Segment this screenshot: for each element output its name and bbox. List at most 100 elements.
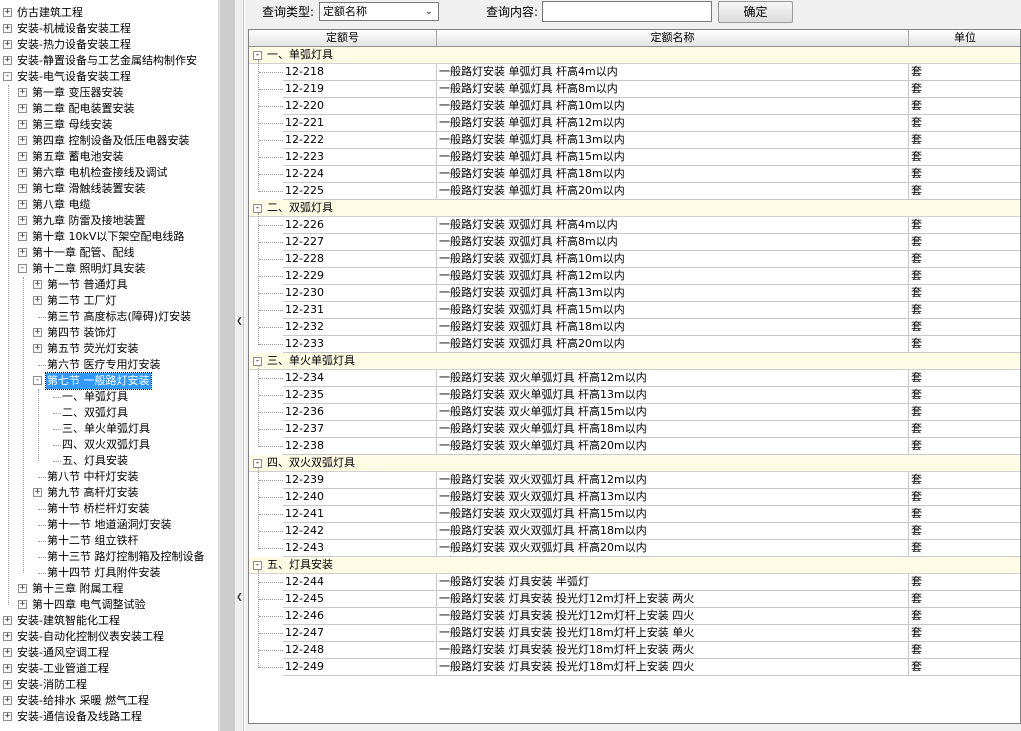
expand-icon[interactable]: + bbox=[18, 104, 27, 113]
collapse-icon[interactable]: - bbox=[253, 561, 262, 570]
table-row[interactable]: 12-224 一般路灯安装 单弧灯具 杆高18m以内套 bbox=[249, 166, 1020, 183]
tree-node-label[interactable]: 第七章 滑触线装置安装 bbox=[31, 181, 147, 197]
tree-node-label[interactable]: 第九章 防雷及接地装置 bbox=[31, 213, 147, 229]
tree-node[interactable]: 第十四节 灯具附件安装 bbox=[0, 565, 218, 581]
tree-node-label[interactable]: 第十章 10kV以下架空配电线路 bbox=[31, 229, 185, 245]
tree-node-label[interactable]: 第十节 桥栏杆灯安装 bbox=[46, 501, 151, 517]
chevron-down-icon[interactable]: ⌄ bbox=[422, 3, 436, 20]
tree-node[interactable]: + 第七章 滑触线装置安装 bbox=[0, 181, 218, 197]
table-row[interactable]: 12-248 一般路灯安装 灯具安装 投光灯18m灯杆上安装 两火套 bbox=[249, 642, 1020, 659]
tree-node[interactable]: + 第三章 母线安装 bbox=[0, 117, 218, 133]
tree-node[interactable]: + 安装-消防工程 bbox=[0, 677, 218, 693]
tree-node[interactable]: + 第六章 电机检查接线及调试 bbox=[0, 165, 218, 181]
table-row[interactable]: 12-238 一般路灯安装 双火单弧灯具 杆高20m以内套 bbox=[249, 438, 1020, 455]
tree-node-label[interactable]: 仿古建筑工程 bbox=[16, 5, 84, 21]
expand-icon[interactable]: + bbox=[18, 232, 27, 241]
table-row[interactable]: 12-235 一般路灯安装 双火单弧灯具 杆高13m以内套 bbox=[249, 387, 1020, 404]
tree-node-label[interactable]: 第十一章 配管、配线 bbox=[31, 245, 136, 261]
table-row[interactable]: 12-219 一般路灯安装 单弧灯具 杆高8m以内套 bbox=[249, 81, 1020, 98]
tree-node[interactable]: + 第十一章 配管、配线 bbox=[0, 245, 218, 261]
tree-node[interactable]: + 第十章 10kV以下架空配电线路 bbox=[0, 229, 218, 245]
table-row[interactable]: 12-225 一般路灯安装 单弧灯具 杆高20m以内套 bbox=[249, 183, 1020, 200]
tree-node[interactable]: + 第四章 控制设备及低压电器安装 bbox=[0, 133, 218, 149]
expand-icon[interactable]: + bbox=[18, 200, 27, 209]
tree-node[interactable]: - 安装-电气设备安装工程 bbox=[0, 69, 218, 85]
tree-node[interactable]: 第六节 医疗专用灯安装 bbox=[0, 357, 218, 373]
tree-node[interactable]: + 第十三章 附属工程 bbox=[0, 581, 218, 597]
tree-node-label[interactable]: 三、单火单弧灯具 bbox=[61, 421, 151, 437]
table-row[interactable]: 12-227 一般路灯安装 双弧灯具 杆高8m以内套 bbox=[249, 234, 1020, 251]
tree-node-label[interactable]: 安装-给排水 采暖 燃气工程 bbox=[16, 693, 150, 709]
tree-node[interactable]: + 第九节 高杆灯安装 bbox=[0, 485, 218, 501]
tree-node[interactable]: + 第二节 工厂灯 bbox=[0, 293, 218, 309]
expand-icon[interactable]: + bbox=[3, 632, 12, 641]
expand-icon[interactable]: + bbox=[3, 648, 12, 657]
expand-icon[interactable]: + bbox=[3, 664, 12, 673]
expand-icon[interactable]: + bbox=[3, 696, 12, 705]
tree-node-label[interactable]: 第九节 高杆灯安装 bbox=[46, 485, 140, 501]
table-row[interactable]: 12-228 一般路灯安装 双弧灯具 杆高10m以内套 bbox=[249, 251, 1020, 268]
tree-node-label[interactable]: 安装-通信设备及线路工程 bbox=[16, 709, 143, 725]
expand-icon[interactable]: + bbox=[18, 136, 27, 145]
tree-node-label[interactable]: 第八章 电缆 bbox=[31, 197, 92, 213]
expand-icon[interactable]: + bbox=[18, 216, 27, 225]
tree-node-label[interactable]: 第五章 蓄电池安装 bbox=[31, 149, 125, 165]
expand-icon[interactable]: + bbox=[33, 280, 42, 289]
tree-node[interactable]: + 安装-工业管道工程 bbox=[0, 661, 218, 677]
tree-node-label[interactable]: 安装-通风空调工程 bbox=[16, 645, 110, 661]
tree-node-label[interactable]: 二、双弧灯具 bbox=[61, 405, 129, 421]
tree-node[interactable]: + 安装-静置设备与工艺金属结构制作安 bbox=[0, 53, 218, 69]
table-row[interactable]: 12-221 一般路灯安装 单弧灯具 杆高12m以内套 bbox=[249, 115, 1020, 132]
collapse-icon[interactable]: - bbox=[33, 376, 42, 385]
tree-scrollbar[interactable] bbox=[218, 0, 234, 731]
panel-splitter[interactable]: ❮ ❮ bbox=[234, 0, 244, 731]
tree-node-label[interactable]: 安装-建筑智能化工程 bbox=[16, 613, 121, 629]
table-row[interactable]: 12-246 一般路灯安装 灯具安装 投光灯12m灯杆上安装 四火套 bbox=[249, 608, 1020, 625]
tree-node[interactable]: + 仿古建筑工程 bbox=[0, 5, 218, 21]
table-row[interactable]: 12-249 一般路灯安装 灯具安装 投光灯18m灯杆上安装 四火套 bbox=[249, 659, 1020, 676]
table-row[interactable]: 12-241 一般路灯安装 双火双弧灯具 杆高15m以内套 bbox=[249, 506, 1020, 523]
tree-node-label[interactable]: 安装-热力设备安装工程 bbox=[16, 37, 132, 53]
tree-node-label[interactable]: 第二章 配电装置安装 bbox=[31, 101, 136, 117]
table-row[interactable]: 12-218 一般路灯安装 单弧灯具 杆高4m以内套 bbox=[249, 64, 1020, 81]
expand-icon[interactable]: + bbox=[18, 168, 27, 177]
tree-node[interactable]: 五、灯具安装 bbox=[0, 453, 218, 469]
table-row[interactable]: 12-223 一般路灯安装 单弧灯具 杆高15m以内套 bbox=[249, 149, 1020, 166]
tree-node[interactable]: + 第四节 装饰灯 bbox=[0, 325, 218, 341]
collapse-icon[interactable]: - bbox=[3, 72, 12, 81]
table-row[interactable]: 12-230 一般路灯安装 双弧灯具 杆高13m以内套 bbox=[249, 285, 1020, 302]
expand-icon[interactable]: + bbox=[33, 328, 42, 337]
expand-icon[interactable]: + bbox=[18, 184, 27, 193]
table-row[interactable]: 12-244 一般路灯安装 灯具安装 半弧灯套 bbox=[249, 574, 1020, 591]
tree-node[interactable]: + 第一章 变压器安装 bbox=[0, 85, 218, 101]
tree-node[interactable]: 第三节 高度标志(障碍)灯安装 bbox=[0, 309, 218, 325]
tree-node[interactable]: + 安装-给排水 采暖 燃气工程 bbox=[0, 693, 218, 709]
confirm-button[interactable]: 确定 bbox=[718, 1, 793, 23]
tree-node-label[interactable]: 第六节 医疗专用灯安装 bbox=[46, 357, 162, 373]
tree-node[interactable]: 第十三节 路灯控制箱及控制设备 bbox=[0, 549, 218, 565]
expand-icon[interactable]: + bbox=[18, 248, 27, 257]
collapse-left-icon-lower[interactable]: ❮ bbox=[236, 592, 243, 602]
table-row[interactable]: 12-239 一般路灯安装 双火双弧灯具 杆高12m以内套 bbox=[249, 472, 1020, 489]
expand-icon[interactable]: + bbox=[3, 56, 12, 65]
catalog-tree[interactable]: + 仿古建筑工程 + 安装-机械设备安装工程 + 安装-热力设备安装工程 + 安装-静置设备与… bbox=[0, 0, 218, 731]
expand-icon[interactable]: + bbox=[33, 344, 42, 353]
tree-node[interactable]: + 第二章 配电装置安装 bbox=[0, 101, 218, 117]
tree-node-label[interactable]: 第十三节 路灯控制箱及控制设备 bbox=[46, 549, 206, 565]
table-row[interactable]: 12-231 一般路灯安装 双弧灯具 杆高15m以内套 bbox=[249, 302, 1020, 319]
tree-node-label[interactable]: 安装-静置设备与工艺金属结构制作安 bbox=[16, 53, 198, 69]
tree-node-label[interactable]: 第十二节 组立铁杆 bbox=[46, 533, 140, 549]
header-quota-name[interactable]: 定额名称 bbox=[437, 30, 909, 47]
tree-node[interactable]: - 第十二章 照明灯具安装 bbox=[0, 261, 218, 277]
tree-node[interactable]: + 第十四章 电气调整试验 bbox=[0, 597, 218, 613]
tree-node[interactable]: + 安装-热力设备安装工程 bbox=[0, 37, 218, 53]
expand-icon[interactable]: + bbox=[18, 600, 27, 609]
tree-node-label[interactable]: 第十四节 灯具附件安装 bbox=[46, 565, 162, 581]
collapse-icon[interactable]: - bbox=[253, 459, 262, 468]
tree-node[interactable]: 第十二节 组立铁杆 bbox=[0, 533, 218, 549]
tree-node[interactable]: 第十一节 地道涵洞灯安装 bbox=[0, 517, 218, 533]
expand-icon[interactable]: + bbox=[33, 488, 42, 497]
table-row[interactable]: 12-220 一般路灯安装 单弧灯具 杆高10m以内套 bbox=[249, 98, 1020, 115]
tree-node-label[interactable]: 四、双火双弧灯具 bbox=[61, 437, 151, 453]
collapse-icon[interactable]: - bbox=[253, 204, 262, 213]
